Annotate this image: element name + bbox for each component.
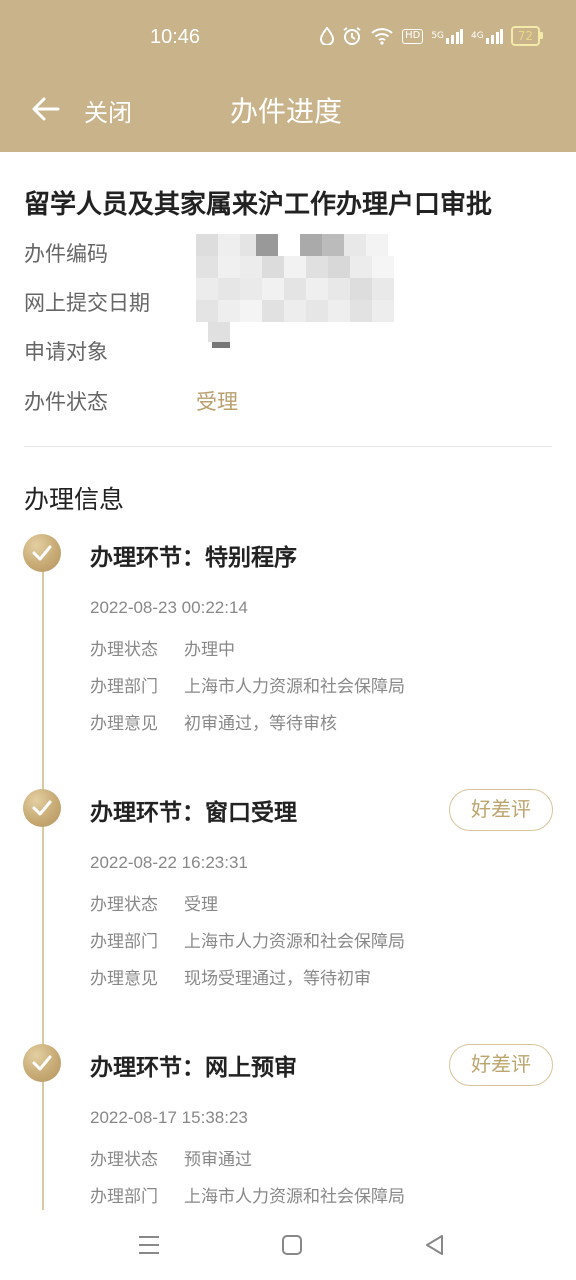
step-status-label: 办理状态 xyxy=(90,895,158,915)
step-dept-value: 上海市人力资源和社会保障局 xyxy=(184,1187,405,1207)
case-title: 留学人员及其家属来沪工作办理户口审批 xyxy=(24,190,493,220)
divider xyxy=(24,446,552,447)
drop-icon xyxy=(320,26,335,46)
step-time: 2022-08-22 16:23:31 xyxy=(90,853,248,872)
status-time: 10:46 xyxy=(150,26,201,48)
hd-icon: HD xyxy=(402,28,424,44)
timeline-line xyxy=(42,535,44,1210)
battery-icon: 72 xyxy=(510,26,544,46)
status-icons: HD 5G 4G 72 xyxy=(320,26,544,46)
step-dept-label: 办理部门 xyxy=(90,932,158,952)
arrow-left-icon[interactable] xyxy=(30,93,62,125)
submit-date-label: 网上提交日期 xyxy=(24,291,150,315)
back-triangle-icon[interactable] xyxy=(422,1232,448,1258)
step-status-label: 办理状态 xyxy=(90,1150,158,1170)
section-title: 办理信息 xyxy=(24,485,125,514)
step-status-label: 办理状态 xyxy=(90,640,158,660)
step-time: 2022-08-17 15:38:23 xyxy=(90,1108,248,1127)
step-opinion-label: 办理意见 xyxy=(90,714,158,734)
case-status-value: 受理 xyxy=(196,390,238,414)
step-opinion-value: 初审通过，等待审核 xyxy=(184,714,337,734)
5g-signal-icon: 5G xyxy=(431,26,464,46)
home-square-icon[interactable] xyxy=(279,1232,305,1258)
4g-label: 4G xyxy=(471,31,484,41)
applicant-label: 申请对象 xyxy=(24,340,108,364)
step-status-value: 受理 xyxy=(184,895,218,915)
step-title: 办理环节：网上预审 xyxy=(90,1055,297,1081)
step-dept-label: 办理部门 xyxy=(90,677,158,697)
step-title: 办理环节：窗口受理 xyxy=(90,800,297,826)
case-code-label: 办件编码 xyxy=(24,242,108,266)
system-nav-bar xyxy=(0,1212,576,1280)
step-dept-label: 办理部门 xyxy=(90,1187,158,1207)
rate-button[interactable]: 好差评 xyxy=(449,789,553,831)
rate-button[interactable]: 好差评 xyxy=(449,1044,553,1086)
check-icon xyxy=(23,1044,61,1082)
header: 10:46 HD 5G 4G 72 关闭 办件进度 xyxy=(0,0,576,152)
page-title: 办件进度 xyxy=(230,95,343,128)
check-icon xyxy=(23,789,61,827)
nav-bar: 关闭 办件进度 xyxy=(0,78,576,152)
5g-label: 5G xyxy=(431,31,445,41)
check-icon xyxy=(23,534,61,572)
close-button[interactable]: 关闭 xyxy=(84,93,132,128)
step-dept-value: 上海市人力资源和社会保障局 xyxy=(184,677,405,697)
step-title: 办理环节：特别程序 xyxy=(90,545,297,571)
case-status-label: 办件状态 xyxy=(24,390,108,414)
step-opinion-label: 办理意见 xyxy=(90,969,158,989)
step-status-value: 预审通过 xyxy=(184,1150,252,1170)
redacted-mosaic xyxy=(196,234,406,354)
step-opinion-value: 现场受理通过，等待初审 xyxy=(184,969,371,989)
status-bar: 10:46 HD 5G 4G 72 xyxy=(0,0,576,78)
step-status-value: 办理中 xyxy=(184,640,235,660)
step-time: 2022-08-23 00:22:14 xyxy=(90,598,248,617)
alarm-icon xyxy=(342,26,362,46)
step-dept-value: 上海市人力资源和社会保障局 xyxy=(184,932,405,952)
wifi-icon xyxy=(370,26,394,46)
menu-icon[interactable] xyxy=(136,1232,162,1258)
4g-signal-icon: 4G xyxy=(471,26,503,46)
